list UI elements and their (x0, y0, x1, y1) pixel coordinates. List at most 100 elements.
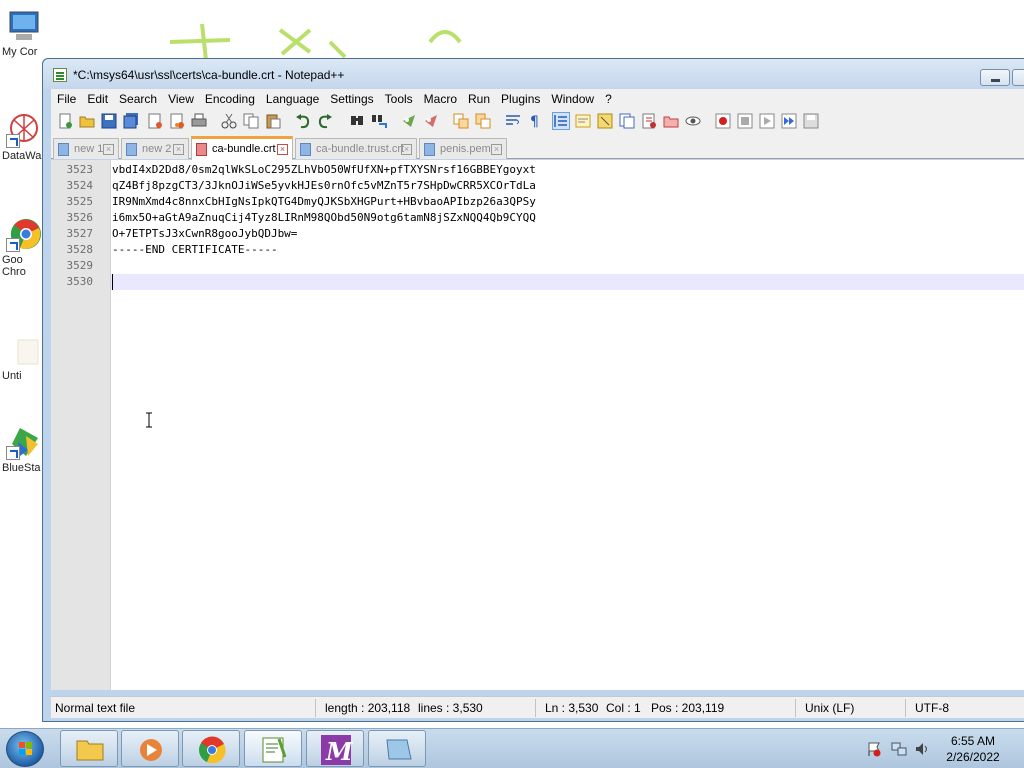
code-line[interactable]: IR9NmXmd4c8nnxCbHIgNsIpkQTG4DmyQJKSbXHGP… (111, 194, 1024, 210)
playback-macro-icon[interactable] (759, 113, 775, 129)
tab-label: penis.pem (440, 143, 491, 155)
code-area[interactable]: vbdI4xD2Dd8/0sm2qlWkSLoC295ZLhVbO50WfUfX… (111, 160, 1024, 690)
replace-icon[interactable] (371, 113, 387, 129)
menu-run[interactable]: Run (462, 89, 495, 109)
taskbar-visual-studio[interactable]: M (306, 730, 364, 767)
menu-edit[interactable]: Edit (81, 89, 113, 109)
code-line[interactable]: i6mx5O+aGtA9aZnuqCij4Tyz8LIRnM98QObd50N9… (111, 210, 1024, 226)
tab-bar: new 1 × new 2 × ca-bundle.crt × ca-bundl… (51, 135, 1024, 160)
run-macro-multiple-icon[interactable] (781, 113, 797, 129)
open-file-icon[interactable] (79, 113, 95, 129)
record-macro-icon[interactable] (715, 113, 731, 129)
tab-new-2[interactable]: new 2 × (121, 138, 189, 159)
user-defined-language-icon[interactable] (575, 113, 591, 129)
sync-horizontal-icon[interactable] (475, 113, 491, 129)
bluestacks-icon (6, 424, 42, 460)
desktop-icon-my-computer[interactable]: My Cor (0, 8, 48, 58)
windows-logo-icon (19, 742, 32, 755)
clock-date: 2/26/2022 (946, 750, 1000, 764)
action-center-flag-icon[interactable] (866, 741, 882, 757)
menu-tools[interactable]: Tools (379, 89, 418, 109)
zoom-out-icon[interactable] (423, 113, 439, 129)
volume-icon[interactable] (914, 741, 930, 757)
menu-file[interactable]: File (51, 89, 81, 109)
desktop-icon-google-chrome[interactable]: Goo Chro (0, 216, 48, 278)
monitoring-icon[interactable] (685, 113, 701, 129)
tab-close-icon[interactable]: × (103, 144, 114, 155)
network-icon[interactable] (891, 741, 907, 757)
menu-plugins[interactable]: Plugins (495, 89, 545, 109)
system-clock[interactable]: 6:55 AM 2/26/2022 (936, 733, 1010, 765)
line-number: 3526 (66, 211, 94, 224)
taskbar-notepad-plus-plus[interactable] (244, 730, 302, 767)
status-eol[interactable]: Unix (LF) (805, 701, 854, 715)
sync-vertical-icon[interactable] (453, 113, 469, 129)
tab-close-icon[interactable]: × (491, 144, 502, 155)
folder-icon[interactable] (663, 113, 679, 129)
tab-close-icon[interactable]: × (401, 144, 412, 155)
folder-as-workspace-icon[interactable] (641, 113, 657, 129)
menu-help[interactable]: ? (599, 89, 617, 109)
status-separator (905, 699, 906, 717)
tab-ca-bundle-trust-crt[interactable]: ca-bundle.trust.crt × (295, 138, 417, 159)
indent-guide-icon[interactable] (552, 112, 570, 130)
tab-penis-pem[interactable]: penis.pem × (419, 138, 507, 159)
code-line[interactable] (111, 258, 1024, 274)
desktop-icon-label: Chro (2, 266, 26, 278)
title-bar[interactable]: *C:\msys64\usr\ssl\certs\ca-bundle.crt -… (43, 59, 1024, 89)
menu-language[interactable]: Language (260, 89, 324, 109)
code-line[interactable]: qZ4Bfj8pzgCT3/3JknOJiWSe5yvkHJEs0rnOfc5v… (111, 178, 1024, 194)
svg-text:¶: ¶ (530, 114, 539, 129)
taskbar-unknown-app[interactable] (368, 730, 426, 767)
menu-search[interactable]: Search (113, 89, 162, 109)
code-line[interactable]: vbdI4xD2Dd8/0sm2qlWkSLoC295ZLhVbO50WfUfX… (111, 162, 1024, 178)
save-icon[interactable] (101, 113, 117, 129)
tab-close-icon[interactable]: × (277, 144, 288, 155)
code-line[interactable]: -----END CERTIFICATE----- (111, 242, 1024, 258)
menu-macro[interactable]: Macro (418, 89, 462, 109)
desktop-icon-untitled[interactable]: Unti (0, 332, 48, 382)
close-icon[interactable] (147, 113, 163, 129)
cut-icon[interactable] (221, 113, 237, 129)
menu-window[interactable]: Window (545, 89, 599, 109)
start-button[interactable] (6, 731, 44, 767)
current-code-line[interactable] (111, 274, 1024, 290)
show-all-chars-icon[interactable]: ¶ (527, 113, 543, 129)
notepad-plus-plus-icon (53, 68, 67, 82)
file-icon (58, 143, 69, 156)
new-file-icon[interactable] (57, 113, 73, 129)
menu-encoding[interactable]: Encoding (199, 89, 260, 109)
stop-recording-icon[interactable] (737, 113, 753, 129)
tab-ca-bundle-crt[interactable]: ca-bundle.crt × (191, 136, 293, 160)
taskbar-media-player[interactable] (121, 730, 179, 767)
maximize-button[interactable] (1012, 69, 1024, 86)
zoom-in-icon[interactable] (401, 113, 417, 129)
shortcut-arrow-icon (6, 134, 20, 148)
undo-icon[interactable] (295, 113, 311, 129)
copy-icon[interactable] (243, 113, 259, 129)
desktop-icon-bluestacks[interactable]: BlueSta (0, 424, 48, 474)
word-wrap-icon[interactable] (505, 113, 521, 129)
document-map-icon[interactable] (597, 113, 613, 129)
tab-new-1[interactable]: new 1 × (53, 138, 119, 159)
line-number: 3525 (66, 195, 94, 208)
close-all-icon[interactable] (169, 113, 185, 129)
text-editor[interactable]: 3523 3524 3525 3526 3527 3528 3529 3530 … (51, 160, 1024, 690)
redo-icon[interactable] (317, 113, 333, 129)
desktop-icon-datawarrior[interactable]: DataWa (0, 112, 48, 162)
svg-text:M: M (325, 737, 354, 766)
save-all-icon[interactable] (123, 113, 139, 129)
paste-icon[interactable] (265, 113, 281, 129)
taskbar-chrome[interactable] (182, 730, 240, 767)
code-line[interactable]: O+7ETPTsJ3xCwnR8gooJybQDJbw= (111, 226, 1024, 242)
print-icon[interactable] (191, 113, 207, 129)
function-list-icon[interactable] (619, 113, 635, 129)
find-icon[interactable] (349, 113, 365, 129)
tab-close-icon[interactable]: × (173, 144, 184, 155)
menu-settings[interactable]: Settings (324, 89, 378, 109)
minimize-button[interactable] (980, 69, 1010, 86)
status-encoding[interactable]: UTF-8 (915, 701, 949, 715)
menu-view[interactable]: View (162, 89, 199, 109)
save-macro-icon[interactable] (803, 113, 819, 129)
taskbar-explorer[interactable] (60, 730, 118, 767)
